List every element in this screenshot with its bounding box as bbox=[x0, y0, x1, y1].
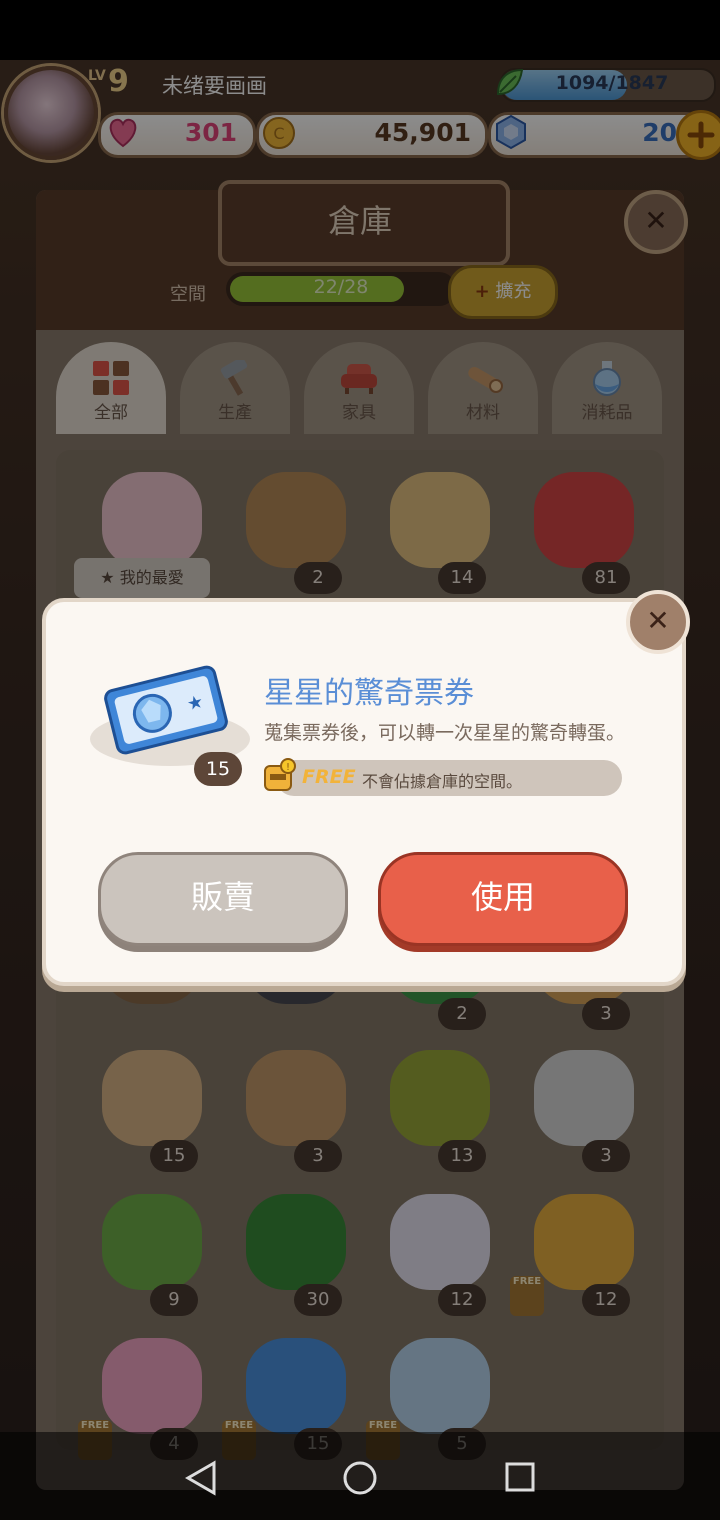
use-button[interactable]: 使用 bbox=[378, 852, 628, 946]
item-quantity: 15 bbox=[194, 752, 242, 786]
recents-icon[interactable] bbox=[504, 1461, 536, 1493]
dialog-close-button[interactable]: ✕ bbox=[626, 590, 690, 654]
item-description: 蒐集票券後，可以轉一次星星的驚奇轉蛋。 bbox=[264, 722, 626, 744]
star-ticket-icon: ★ bbox=[104, 665, 228, 755]
system-nav-bar bbox=[0, 1432, 720, 1520]
item-name: 星星的驚奇票券 bbox=[264, 676, 474, 711]
svg-text:!: ! bbox=[286, 762, 290, 773]
sell-button[interactable]: 販賣 bbox=[98, 852, 348, 946]
back-icon[interactable] bbox=[184, 1460, 218, 1496]
storage-free-icon: ! bbox=[264, 758, 296, 791]
close-icon: ✕ bbox=[646, 604, 670, 637]
free-description: 不會佔據倉庫的空間。 bbox=[362, 772, 523, 791]
free-word: FREE bbox=[302, 766, 356, 788]
home-icon[interactable] bbox=[342, 1460, 378, 1496]
